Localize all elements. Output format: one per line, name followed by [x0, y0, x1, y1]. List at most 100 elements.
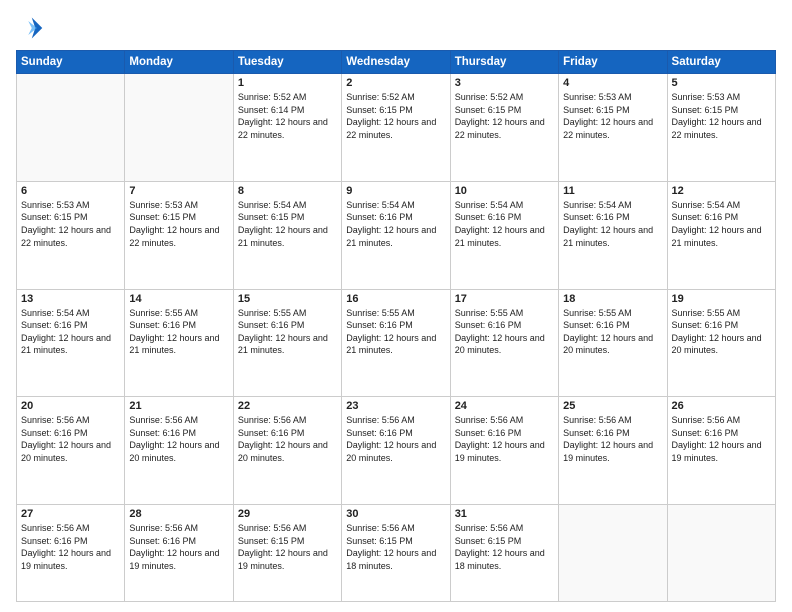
calendar-cell: 25 Sunrise: 5:56 AM Sunset: 6:16 PM Dayli…	[559, 397, 667, 505]
day-number: 23	[346, 400, 445, 412]
day-info: Sunrise: 5:56 AM Sunset: 6:16 PM Dayligh…	[238, 414, 337, 464]
day-number: 3	[455, 77, 554, 89]
day-info: Sunrise: 5:53 AM Sunset: 6:15 PM Dayligh…	[21, 199, 120, 249]
day-number: 29	[238, 508, 337, 520]
day-info: Sunrise: 5:55 AM Sunset: 6:16 PM Dayligh…	[346, 307, 445, 357]
day-info: Sunrise: 5:52 AM Sunset: 6:15 PM Dayligh…	[346, 91, 445, 141]
calendar-cell	[559, 505, 667, 602]
weekday-header-saturday: Saturday	[667, 51, 775, 74]
day-number: 16	[346, 293, 445, 305]
day-number: 4	[563, 77, 662, 89]
day-info: Sunrise: 5:52 AM Sunset: 6:14 PM Dayligh…	[238, 91, 337, 141]
calendar-cell: 11 Sunrise: 5:54 AM Sunset: 6:16 PM Dayli…	[559, 181, 667, 289]
day-info: Sunrise: 5:53 AM Sunset: 6:15 PM Dayligh…	[129, 199, 228, 249]
day-info: Sunrise: 5:56 AM Sunset: 6:16 PM Dayligh…	[563, 414, 662, 464]
calendar-cell	[667, 505, 775, 602]
day-info: Sunrise: 5:56 AM Sunset: 6:16 PM Dayligh…	[672, 414, 771, 464]
day-number: 8	[238, 185, 337, 197]
calendar-cell: 18 Sunrise: 5:55 AM Sunset: 6:16 PM Dayli…	[559, 289, 667, 397]
day-number: 12	[672, 185, 771, 197]
day-number: 6	[21, 185, 120, 197]
calendar-cell: 12 Sunrise: 5:54 AM Sunset: 6:16 PM Dayli…	[667, 181, 775, 289]
calendar-week-5: 27 Sunrise: 5:56 AM Sunset: 6:16 PM Dayli…	[17, 505, 776, 602]
day-info: Sunrise: 5:56 AM Sunset: 6:15 PM Dayligh…	[238, 522, 337, 572]
day-number: 22	[238, 400, 337, 412]
day-info: Sunrise: 5:56 AM Sunset: 6:16 PM Dayligh…	[455, 414, 554, 464]
calendar-cell: 19 Sunrise: 5:55 AM Sunset: 6:16 PM Dayli…	[667, 289, 775, 397]
calendar-cell: 21Sunrise: 5:56 AM Sunset: 6:16 PM Dayli…	[125, 397, 233, 505]
day-info: Sunrise: 5:55 AM Sunset: 6:16 PM Dayligh…	[672, 307, 771, 357]
calendar-cell: 17Sunrise: 5:55 AM Sunset: 6:16 PM Dayli…	[450, 289, 558, 397]
calendar-cell: 8 Sunrise: 5:54 AM Sunset: 6:15 PM Daylig…	[233, 181, 341, 289]
calendar-body: 1 Sunrise: 5:52 AM Sunset: 6:14 PM Daylig…	[17, 74, 776, 602]
day-number: 18	[563, 293, 662, 305]
day-number: 27	[21, 508, 120, 520]
day-info: Sunrise: 5:56 AM Sunset: 6:16 PM Dayligh…	[346, 414, 445, 464]
day-number: 14	[129, 293, 228, 305]
day-number: 25	[563, 400, 662, 412]
day-number: 5	[672, 77, 771, 89]
calendar-cell: 15 Sunrise: 5:55 AM Sunset: 6:16 PM Dayli…	[233, 289, 341, 397]
calendar-week-4: 20 Sunrise: 5:56 AM Sunset: 6:16 PM Dayli…	[17, 397, 776, 505]
day-info: Sunrise: 5:54 AM Sunset: 6:16 PM Dayligh…	[346, 199, 445, 249]
calendar-cell: 10 Sunrise: 5:54 AM Sunset: 6:16 PM Dayli…	[450, 181, 558, 289]
weekday-header-monday: Monday	[125, 51, 233, 74]
day-number: 15	[238, 293, 337, 305]
day-info: Sunrise: 5:56 AM Sunset: 6:15 PM Dayligh…	[455, 522, 554, 572]
calendar-cell: 2 Sunrise: 5:52 AM Sunset: 6:15 PM Daylig…	[342, 74, 450, 182]
day-info: Sunrise: 5:53 AM Sunset: 6:15 PM Dayligh…	[563, 91, 662, 141]
day-number: 13	[21, 293, 120, 305]
day-info: Sunrise: 5:55 AM Sunset: 6:16 PM Dayligh…	[238, 307, 337, 357]
calendar-cell: 23 Sunrise: 5:56 AM Sunset: 6:16 PM Dayli…	[342, 397, 450, 505]
logo	[16, 14, 48, 42]
calendar-week-3: 13 Sunrise: 5:54 AM Sunset: 6:16 PM Dayli…	[17, 289, 776, 397]
day-number: 11	[563, 185, 662, 197]
calendar-cell: 4 Sunrise: 5:53 AM Sunset: 6:15 PM Daylig…	[559, 74, 667, 182]
calendar-cell: 16 Sunrise: 5:55 AM Sunset: 6:16 PM Dayli…	[342, 289, 450, 397]
day-number: 20	[21, 400, 120, 412]
day-number: 31	[455, 508, 554, 520]
calendar-cell: 1 Sunrise: 5:52 AM Sunset: 6:14 PM Daylig…	[233, 74, 341, 182]
calendar-cell: 24 Sunrise: 5:56 AM Sunset: 6:16 PM Dayli…	[450, 397, 558, 505]
weekday-header-sunday: Sunday	[17, 51, 125, 74]
day-number: 24	[455, 400, 554, 412]
day-number: 2	[346, 77, 445, 89]
day-info: Sunrise: 5:54 AM Sunset: 6:16 PM Dayligh…	[672, 199, 771, 249]
day-number: 30	[346, 508, 445, 520]
day-number: 1	[238, 77, 337, 89]
calendar-cell	[17, 74, 125, 182]
day-number: 19	[672, 293, 771, 305]
day-info: Sunrise: 5:56 AM Sunset: 6:16 PM Dayligh…	[21, 522, 120, 572]
calendar-cell: 31 Sunrise: 5:56 AM Sunset: 6:15 PM Dayli…	[450, 505, 558, 602]
header	[16, 14, 776, 42]
day-number: 28	[129, 508, 228, 520]
calendar-cell: 5 Sunrise: 5:53 AM Sunset: 6:15 PM Daylig…	[667, 74, 775, 182]
day-info: Sunrise: 5:55 AM Sunset: 6:16 PM Dayligh…	[455, 307, 554, 357]
calendar-cell: 9 Sunrise: 5:54 AM Sunset: 6:16 PM Daylig…	[342, 181, 450, 289]
day-number: 10	[455, 185, 554, 197]
logo-icon	[16, 14, 44, 42]
weekday-header-row: SundayMondayTuesdayWednesdayThursdayFrid…	[17, 51, 776, 74]
day-info: Sunrise: 5:53 AM Sunset: 6:15 PM Dayligh…	[672, 91, 771, 141]
day-info: Sunrise: 5:54 AM Sunset: 6:15 PM Dayligh…	[238, 199, 337, 249]
day-info: Sunrise: 5:54 AM Sunset: 6:16 PM Dayligh…	[455, 199, 554, 249]
calendar-cell: 29 Sunrise: 5:56 AM Sunset: 6:15 PM Dayli…	[233, 505, 341, 602]
weekday-header-thursday: Thursday	[450, 51, 558, 74]
calendar-cell: 30 Sunrise: 5:56 AM Sunset: 6:15 PM Dayli…	[342, 505, 450, 602]
day-info: Sunrise: 5:54 AM Sunset: 6:16 PM Dayligh…	[563, 199, 662, 249]
calendar-cell: 26 Sunrise: 5:56 AM Sunset: 6:16 PM Dayli…	[667, 397, 775, 505]
day-number: 26	[672, 400, 771, 412]
calendar-cell	[125, 74, 233, 182]
day-info: Sunrise: 5:52 AM Sunset: 6:15 PM Dayligh…	[455, 91, 554, 141]
day-info: Sunrise: 5:55 AM Sunset: 6:16 PM Dayligh…	[563, 307, 662, 357]
calendar-week-2: 6 Sunrise: 5:53 AM Sunset: 6:15 PM Daylig…	[17, 181, 776, 289]
calendar-cell: 28Sunrise: 5:56 AM Sunset: 6:16 PM Dayli…	[125, 505, 233, 602]
weekday-header-tuesday: Tuesday	[233, 51, 341, 74]
day-info: Sunrise: 5:56 AM Sunset: 6:15 PM Dayligh…	[346, 522, 445, 572]
day-number: 9	[346, 185, 445, 197]
calendar-table: SundayMondayTuesdayWednesdayThursdayFrid…	[16, 50, 776, 602]
calendar-week-1: 1 Sunrise: 5:52 AM Sunset: 6:14 PM Daylig…	[17, 74, 776, 182]
day-number: 7	[129, 185, 228, 197]
calendar-cell: 3 Sunrise: 5:52 AM Sunset: 6:15 PM Daylig…	[450, 74, 558, 182]
day-info: Sunrise: 5:54 AM Sunset: 6:16 PM Dayligh…	[21, 307, 120, 357]
